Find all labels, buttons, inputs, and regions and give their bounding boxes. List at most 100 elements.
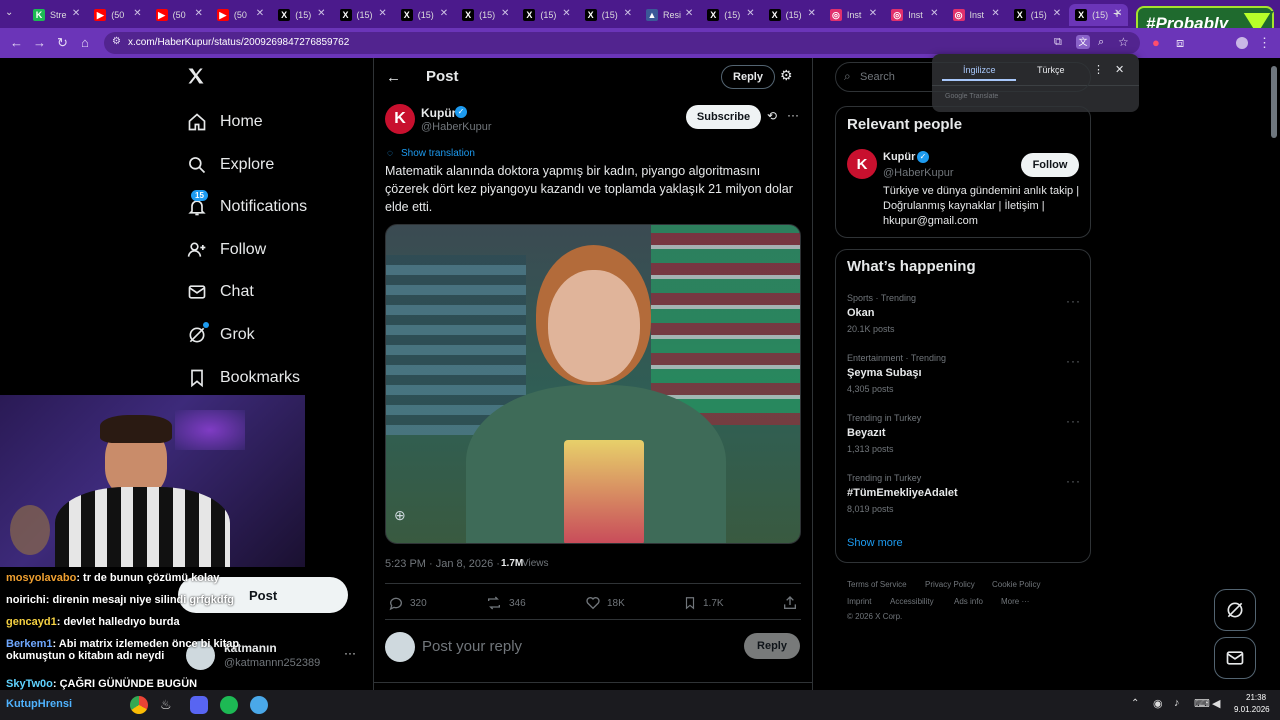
person-handle[interactable]: @HaberKupur	[883, 167, 953, 179]
chrome-icon[interactable]	[130, 696, 148, 714]
back-icon[interactable]: ←	[10, 35, 23, 50]
tab-close-icon[interactable]: ✕	[195, 8, 203, 19]
trend-item[interactable]: Sports · Trending Okan 20.1K posts	[847, 293, 916, 334]
browser-tab[interactable]: ▶ (50 ✕	[150, 4, 209, 26]
messages-float-button[interactable]	[1214, 637, 1256, 679]
reload-icon[interactable]: ↻	[57, 35, 68, 51]
browser-tab[interactable]: ◎ Inst ✕	[947, 4, 1006, 26]
clock-date[interactable]: 9.01.2026	[1234, 705, 1270, 714]
tab-close-icon[interactable]: ✕	[378, 8, 386, 19]
browser-tab[interactable]: ▶ (50 ✕	[211, 4, 270, 26]
header-reply-button[interactable]: Reply	[721, 65, 775, 89]
subscribe-button[interactable]: Subscribe	[686, 105, 761, 129]
translate-icon[interactable]: 文	[1076, 35, 1090, 49]
nav-bookmarks[interactable]: Bookmarks	[186, 363, 300, 393]
menu-icon[interactable]: ⋮	[1258, 35, 1271, 51]
footer-link[interactable]: Ads info	[954, 597, 983, 606]
follow-button[interactable]: Follow	[1021, 153, 1079, 177]
network-icon[interactable]: ⌨	[1194, 697, 1210, 710]
reply-input[interactable]: Post your reply	[422, 638, 522, 655]
reply-action[interactable]: 320	[388, 595, 427, 611]
browser-tab[interactable]: X (15) ✕	[763, 4, 822, 26]
more-icon[interactable]: ···	[1066, 474, 1081, 488]
steam-icon[interactable]: ♨	[160, 697, 172, 713]
footer-link[interactable]: Terms of Service	[847, 580, 907, 589]
search-input[interactable]: Search	[860, 71, 895, 83]
app-icon[interactable]	[250, 696, 268, 714]
mic-icon[interactable]: ♪	[1174, 697, 1180, 709]
profile-avatar-icon[interactable]	[1236, 37, 1248, 49]
more-icon[interactable]: ···	[344, 646, 356, 660]
scrollbar[interactable]	[1268, 58, 1280, 690]
zoom-icon[interactable]: ⌕	[1098, 36, 1104, 49]
nav-follow[interactable]: Follow	[186, 235, 266, 265]
post-timestamp[interactable]: 5:23 PM · Jan 8, 2026 ·	[385, 558, 500, 570]
browser-tab[interactable]: ▶ (50 ✕	[88, 4, 147, 26]
extension-icon[interactable]: ●	[1152, 35, 1160, 50]
more-icon[interactable]: ···	[1066, 354, 1081, 368]
trend-item[interactable]: Trending in Turkey #TümEmekliyeAdalet 8,01…	[847, 473, 958, 514]
tab-close-icon[interactable]: ✕	[808, 8, 816, 19]
search-box[interactable]: ⌕ Search	[835, 62, 1091, 92]
home-icon[interactable]: ⌂	[81, 35, 89, 50]
person-avatar[interactable]: K	[847, 149, 877, 179]
browser-tab[interactable]: X (15) ✕	[395, 4, 454, 26]
volume-icon[interactable]: ◀	[1212, 697, 1220, 710]
tab-close-icon[interactable]: ✕	[869, 8, 877, 19]
tab-close-icon[interactable]: ✕	[317, 8, 325, 19]
repost-action[interactable]: 346	[485, 595, 526, 611]
tab-close-icon[interactable]: ✕	[562, 8, 570, 19]
tab-close-icon[interactable]: ✕	[930, 8, 938, 19]
extensions-puzzle-icon[interactable]: ⧈	[1176, 35, 1184, 51]
bookmark-action[interactable]: 1.7K	[683, 595, 724, 611]
browser-tab[interactable]: ▲ Resi ✕	[640, 4, 699, 26]
close-icon[interactable]: ✕	[1115, 63, 1124, 76]
browser-tab[interactable]: X (15) ✕	[517, 4, 576, 26]
browser-tab[interactable]: X (15) ✕	[272, 4, 331, 26]
tab-close-icon[interactable]: ✕	[501, 8, 509, 19]
tab-close-icon[interactable]: ✕	[685, 8, 693, 19]
install-icon[interactable]: ⧉	[1054, 36, 1062, 49]
bookmark-star-icon[interactable]: ☆	[1118, 35, 1129, 49]
more-options-icon[interactable]: ⋮	[1093, 63, 1104, 76]
footer-link[interactable]: More ···	[1001, 597, 1029, 606]
grok-explain-icon[interactable]: ⟲	[767, 109, 777, 123]
share-action[interactable]	[782, 595, 804, 611]
browser-tab[interactable]: X (15) ✕	[1008, 4, 1067, 26]
tray-chevron-icon[interactable]: ⌃	[1131, 698, 1139, 709]
show-translation-link[interactable]: Show translation	[401, 148, 475, 159]
nav-grok[interactable]: Grok	[186, 320, 255, 350]
discord-icon[interactable]	[190, 696, 208, 714]
more-icon[interactable]: ···	[1066, 414, 1081, 428]
tab-close-icon[interactable]: ✕	[256, 8, 264, 19]
nav-home[interactable]: Home	[186, 107, 263, 137]
tab-close-icon[interactable]: ✕	[133, 8, 141, 19]
nav-chat[interactable]: Chat	[186, 277, 254, 307]
person-name[interactable]: Kupür	[883, 151, 915, 163]
footer-link[interactable]: Privacy Policy	[925, 580, 975, 589]
tab-close-icon[interactable]: ✕	[72, 8, 80, 19]
new-tab-icon[interactable]: +	[1113, 5, 1121, 21]
show-more-link[interactable]: Show more	[847, 537, 903, 549]
author-avatar[interactable]: K	[385, 104, 415, 134]
footer-link[interactable]: Accessibility	[890, 597, 934, 606]
tab-close-icon[interactable]: ✕	[991, 8, 999, 19]
spotify-icon[interactable]	[220, 696, 238, 714]
footer-link[interactable]: Imprint	[847, 597, 871, 606]
browser-tab[interactable]: ◎ Inst ✕	[824, 4, 883, 26]
footer-link[interactable]: Cookie Policy	[992, 580, 1040, 589]
nav-notifications[interactable]: 15 Notifications	[186, 190, 307, 222]
trend-item[interactable]: Trending in Turkey Beyazıt 1,313 posts	[847, 413, 921, 454]
browser-tab[interactable]: X (15) ✕	[701, 4, 760, 26]
browser-tab[interactable]: X (15) ✕	[334, 4, 393, 26]
more-icon[interactable]: ···	[1066, 294, 1081, 308]
trend-item[interactable]: Entertainment · Trending Şeyma Subaşı 4,30…	[847, 353, 946, 394]
url-text[interactable]: x.com/HaberKupur/status/2009269847276859…	[128, 37, 349, 48]
more-icon[interactable]: ···	[787, 108, 799, 122]
author-handle[interactable]: @HaberKupur	[421, 121, 491, 133]
tab-close-icon[interactable]: ✕	[1053, 8, 1061, 19]
browser-tab[interactable]: X (15) ✕	[579, 4, 638, 26]
tab-close-icon[interactable]: ✕	[624, 8, 632, 19]
scrollbar-thumb[interactable]	[1271, 66, 1277, 138]
post-image[interactable]: ⊕	[385, 224, 801, 544]
